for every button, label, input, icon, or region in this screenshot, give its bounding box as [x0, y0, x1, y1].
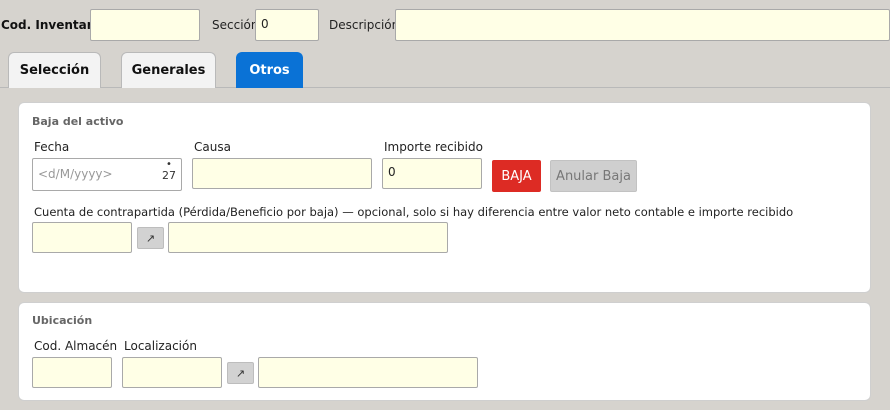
cuenta-label: Cuenta de contrapartida (Pérdida/Benefic… — [34, 205, 794, 219]
localizacion-link-icon[interactable]: ↗ — [227, 362, 254, 384]
cuenta-link-glyph: ↗ — [145, 231, 156, 245]
seccion-label: Sección — [212, 18, 259, 32]
anular-baja-button-label: Anular Baja — [556, 168, 631, 184]
almacen-input[interactable] — [32, 357, 112, 388]
cuenta-code-input[interactable] — [32, 222, 132, 253]
calendar-day: 27 — [162, 169, 176, 182]
cuenta-link-icon[interactable]: ↗ — [137, 227, 164, 249]
baja-section-title: Baja del activo — [32, 115, 124, 128]
localizacion-code-input[interactable] — [122, 357, 222, 388]
descripcion-input[interactable] — [395, 9, 890, 41]
tab-seleccion-label: Selección — [19, 63, 90, 78]
localizacion-label: Localización — [124, 339, 197, 353]
tab-generales[interactable]: Generales — [121, 52, 216, 88]
baja-panel — [18, 102, 871, 293]
localizacion-link-glyph: ↗ — [235, 366, 246, 380]
cod-inventario-input[interactable] — [90, 9, 200, 41]
causa-label: Causa — [194, 140, 231, 154]
fecha-label: Fecha — [34, 140, 70, 154]
tab-otros[interactable]: Otros — [236, 52, 303, 88]
descripcion-label: Descripción — [329, 18, 400, 32]
tab-otros-label: Otros — [249, 63, 290, 78]
cuenta-desc-input[interactable] — [168, 222, 448, 253]
importe-input[interactable] — [382, 158, 482, 189]
ubicacion-section-title: Ubicación — [32, 314, 93, 327]
tab-seleccion[interactable]: Selección — [8, 52, 101, 88]
localizacion-desc-input[interactable] — [258, 357, 478, 388]
fecha-placeholder: <d/M/yyyy> — [38, 167, 113, 181]
anular-baja-button[interactable]: Anular Baja — [550, 160, 637, 192]
tab-generales-label: Generales — [131, 63, 206, 78]
baja-button[interactable]: BAJA — [492, 160, 541, 192]
fecha-input[interactable]: <d/M/yyyy> • 27 — [32, 158, 182, 191]
baja-button-label: BAJA — [501, 168, 532, 184]
seccion-input[interactable] — [255, 9, 319, 41]
causa-input[interactable] — [192, 158, 372, 189]
almacen-label: Cod. Almacén — [34, 339, 118, 353]
importe-label: Importe recibido — [384, 140, 483, 154]
calendar-icon[interactable]: • 27 — [161, 160, 177, 190]
